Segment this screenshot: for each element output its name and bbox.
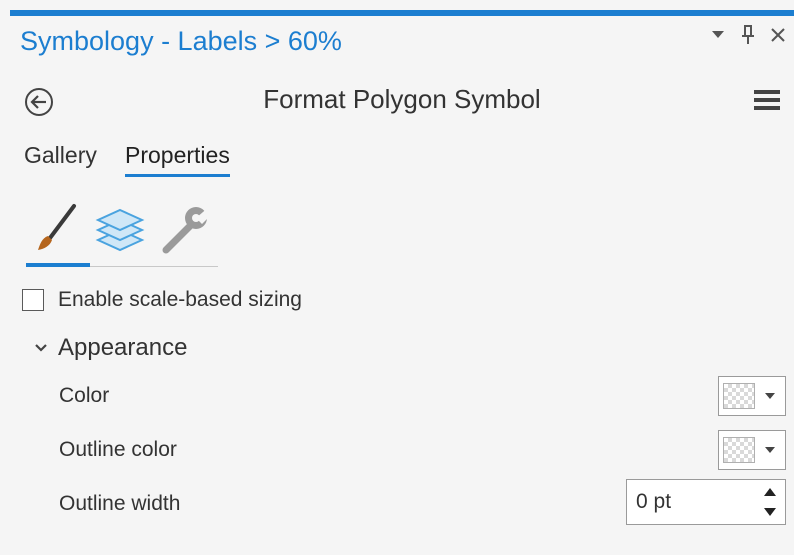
- tab-properties[interactable]: Properties: [125, 142, 230, 177]
- outline-width-input[interactable]: [627, 480, 751, 524]
- tab-symbol[interactable]: [28, 202, 84, 258]
- hamburger-menu-icon: [754, 90, 780, 110]
- spin-up-icon[interactable]: [763, 484, 777, 500]
- appearance-section-title: Appearance: [58, 334, 188, 361]
- chevron-down-icon: [35, 344, 47, 352]
- dropdown-arrow-icon: [765, 447, 775, 453]
- pane-title: Symbology - Labels > 60%: [20, 26, 342, 56]
- scale-sizing-checkbox[interactable]: [22, 289, 44, 311]
- close-icon[interactable]: [768, 22, 788, 48]
- back-button[interactable]: [24, 87, 54, 117]
- tab-structure[interactable]: [158, 202, 214, 258]
- dropdown-arrow-icon: [765, 393, 775, 399]
- active-tab-indicator: [26, 263, 90, 267]
- wrench-icon: [162, 206, 214, 254]
- pane-title-actions: [708, 22, 788, 48]
- pin-icon[interactable]: [738, 22, 758, 48]
- spin-down-icon[interactable]: [763, 504, 777, 520]
- menu-button[interactable]: [754, 88, 780, 112]
- outline-width-label: Outline width: [59, 492, 181, 515]
- spinner-arrows: [763, 484, 777, 520]
- tab-layers[interactable]: [92, 202, 148, 258]
- panel-heading: Format Polygon Symbol: [263, 84, 541, 114]
- scale-sizing-label: Enable scale-based sizing: [58, 288, 302, 311]
- back-arrow-icon: [25, 88, 53, 116]
- appearance-section-header[interactable]: Appearance: [34, 334, 187, 362]
- layers-icon: [95, 208, 145, 252]
- scale-sizing-option[interactable]: Enable scale-based sizing: [22, 288, 302, 312]
- color-label: Color: [59, 384, 110, 407]
- paintbrush-icon: [38, 204, 76, 250]
- outline-color-picker[interactable]: [718, 430, 786, 470]
- outline-width-spinner[interactable]: [626, 479, 786, 525]
- tab-gallery[interactable]: Gallery: [24, 142, 97, 169]
- symbology-pane: Symbology - Labels > 60% Format Polygon …: [10, 16, 794, 555]
- options-dropdown-icon[interactable]: [708, 22, 728, 48]
- color-swatch: [723, 383, 755, 409]
- outline-color-label: Outline color: [59, 438, 177, 461]
- color-picker[interactable]: [718, 376, 786, 416]
- outline-color-swatch: [723, 437, 755, 463]
